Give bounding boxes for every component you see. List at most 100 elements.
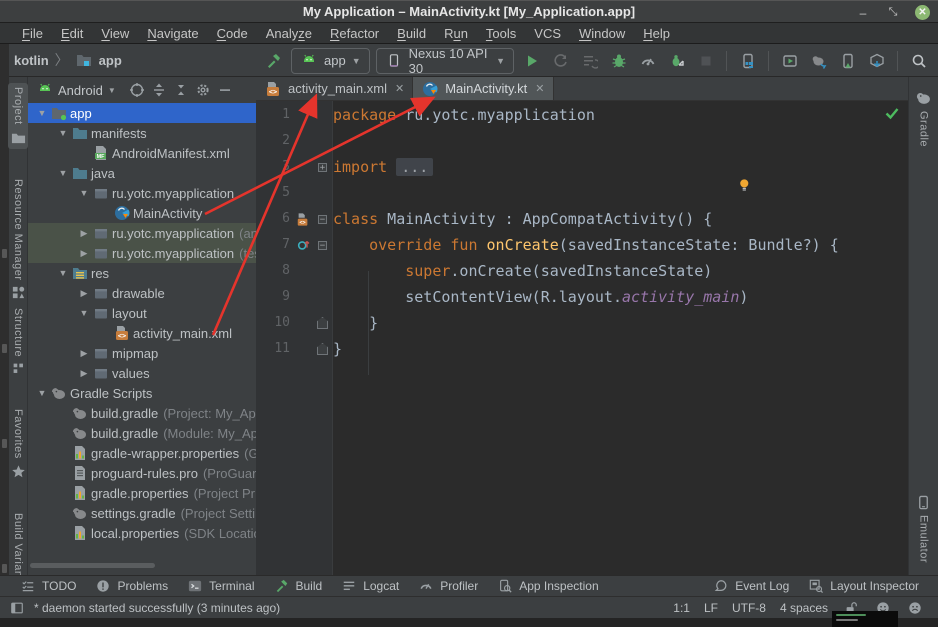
attach-debugger-button[interactable] [665,48,688,74]
menu-file[interactable]: File [14,25,51,42]
run-button[interactable] [520,48,543,74]
device-file-explorer-button[interactable] [736,48,759,74]
stripe-item-resource-manager[interactable]: Resource Manager [8,175,28,305]
hammer-icon[interactable] [262,48,285,74]
toolwindow-button-logcat[interactable]: Logcat [340,579,399,593]
tree-item-manifests[interactable]: ▼manifests [28,123,256,143]
code-line-6[interactable]: 6<>−class MainActivity : AppCompatActivi… [256,206,908,232]
editor-tab-activity-main-xml[interactable]: <>activity_main.xml✕ [256,77,413,100]
menu-build[interactable]: Build [389,25,434,42]
code-editor[interactable]: 1package ru.yotc.myapplication23+import … [256,101,908,575]
menu-analyze[interactable]: Analyze [258,25,320,42]
fold-marker-end[interactable] [316,343,329,355]
chevron-down-icon[interactable]: ▼ [55,268,71,278]
search-everywhere-button[interactable] [907,48,930,74]
tree-item-java[interactable]: ▼java [28,163,256,183]
file-encoding[interactable]: UTF-8 [732,601,766,615]
debug-button[interactable] [607,48,630,74]
settings-button[interactable] [192,79,214,101]
sdk-manager-button[interactable] [865,48,888,74]
line-separator[interactable]: LF [704,601,718,615]
tree-item-settings-gradle[interactable]: settings.gradle(Project Setti [28,503,256,523]
code-line-2[interactable]: 2 [256,128,908,154]
tree-item-ru-yotc-myapplication[interactable]: ▶ru.yotc.myapplication(an [28,223,256,243]
chevron-down-icon[interactable]: ▼ [76,188,92,198]
chevron-right-icon[interactable]: ▶ [76,228,92,239]
sad-face-icon[interactable] [906,601,924,615]
inspection-ok-icon[interactable] [884,105,900,121]
code-line-3[interactable]: 3+import ... [256,154,908,180]
chevron-down-icon[interactable]: ▼ [55,168,71,178]
stripe-item-emulator[interactable]: Emulator [914,491,934,567]
breadcrumb[interactable]: kotlin 〉 app [0,50,122,70]
toolwindow-button-profiler[interactable]: Profiler [417,579,478,593]
chevron-down-icon[interactable]: ▼ [34,388,50,398]
menu-refactor[interactable]: Refactor [322,25,387,42]
chevron-right-icon[interactable]: ▶ [76,348,92,359]
code-line-10[interactable]: 10 } [256,310,908,336]
chevron-down-icon[interactable]: ▼ [34,108,50,118]
breadcrumb-module[interactable]: app [99,53,122,68]
toolwindow-button-app-inspection[interactable]: App Inspection [496,579,598,593]
intention-bulb-icon[interactable] [739,177,752,194]
toolwindow-button-todo[interactable]: TODO [19,579,76,593]
target-device-select[interactable]: Nexus 10 API 30▼ [376,48,514,74]
menu-code[interactable]: Code [209,25,256,42]
profile-button[interactable] [636,48,659,74]
tree-item-ru-yotc-myapplication[interactable]: ▶ru.yotc.myapplication(tes [28,243,256,263]
toolwindow-button-build[interactable]: Build [273,579,323,593]
stripe-item-project[interactable]: Project [8,83,28,149]
run-configuration-select[interactable]: app▼ [291,48,370,74]
code-line-8[interactable]: 8 super.onCreate(savedInstanceState) [256,258,908,284]
fold-marker-minus[interactable]: − [316,241,329,250]
tree-item-ru-yotc-myapplication[interactable]: ▼ru.yotc.myapplication [28,183,256,203]
caret-position[interactable]: 1:1 [673,601,690,615]
tree-item-build-gradle[interactable]: build.gradle(Module: My_Ap [28,423,256,443]
override-method-gutter-icon[interactable] [294,238,312,252]
tree-item-layout[interactable]: ▼layout [28,303,256,323]
select-opened-file-button[interactable] [126,79,148,101]
tree-item-androidmanifest-xml[interactable]: MFAndroidManifest.xml [28,143,256,163]
toolwindow-toggle-icon[interactable] [8,601,26,615]
fold-marker-minus[interactable]: − [316,215,329,224]
restore-button[interactable]: ⤡ [885,5,901,21]
menu-tools[interactable]: Tools [478,25,524,42]
menu-edit[interactable]: Edit [53,25,91,42]
tree-item-local-properties[interactable]: local.properties(SDK Locatio [28,523,256,543]
tree-item-build-gradle[interactable]: build.gradle(Project: My_Ap [28,403,256,423]
code-line-9[interactable]: 9 setContentView(R.layout.activity_main) [256,284,908,310]
tree-item-mipmap[interactable]: ▶mipmap [28,343,256,363]
project-panel-hscrollbar[interactable] [30,563,155,568]
stripe-item-favorites[interactable]: Favorites [8,405,28,483]
chevron-right-icon[interactable]: ▶ [76,288,92,299]
breadcrumb-project[interactable]: kotlin [14,53,49,68]
menu-run[interactable]: Run [436,25,476,42]
tree-item-values[interactable]: ▶values [28,363,256,383]
stripe-item-gradle[interactable]: Gradle [914,85,934,151]
close-tab-icon[interactable]: ✕ [395,82,404,95]
code-line-5[interactable]: 5 [256,180,908,206]
menu-vcs[interactable]: VCS [526,25,569,42]
tree-item-mainactivity[interactable]: MainActivity [28,203,256,223]
close-button[interactable]: ✕ [915,5,930,20]
menu-view[interactable]: View [93,25,137,42]
chevron-right-icon[interactable]: ▶ [76,368,92,379]
toolwindow-button-event-log[interactable]: Event Log [712,579,789,593]
toolwindow-button-terminal[interactable]: Terminal [186,579,254,593]
toolwindow-button-layout-inspector[interactable]: Layout Inspector [807,579,919,593]
tree-item-gradle-properties[interactable]: gradle.properties(Project Pr [28,483,256,503]
code-line-1[interactable]: 1package ru.yotc.myapplication [256,102,908,128]
fold-marker-end[interactable] [316,317,329,329]
stripe-item-structure[interactable]: Structure [8,304,28,379]
avd-manager-button[interactable] [778,48,801,74]
minimize-button[interactable]: – [855,5,871,21]
tree-item-gradle-wrapper-properties[interactable]: gradle-wrapper.properties(G [28,443,256,463]
gradle-sync-button[interactable] [807,48,830,74]
close-tab-icon[interactable]: ✕ [535,82,544,95]
chevron-right-icon[interactable]: ▶ [76,248,92,259]
project-view-selector[interactable]: Android ▼ [58,83,116,98]
tree-item-drawable[interactable]: ▶drawable [28,283,256,303]
hide-button[interactable] [214,79,236,101]
fold-marker-plus[interactable]: + [316,163,329,172]
layout-file-gutter-icon[interactable]: <> [294,212,312,227]
